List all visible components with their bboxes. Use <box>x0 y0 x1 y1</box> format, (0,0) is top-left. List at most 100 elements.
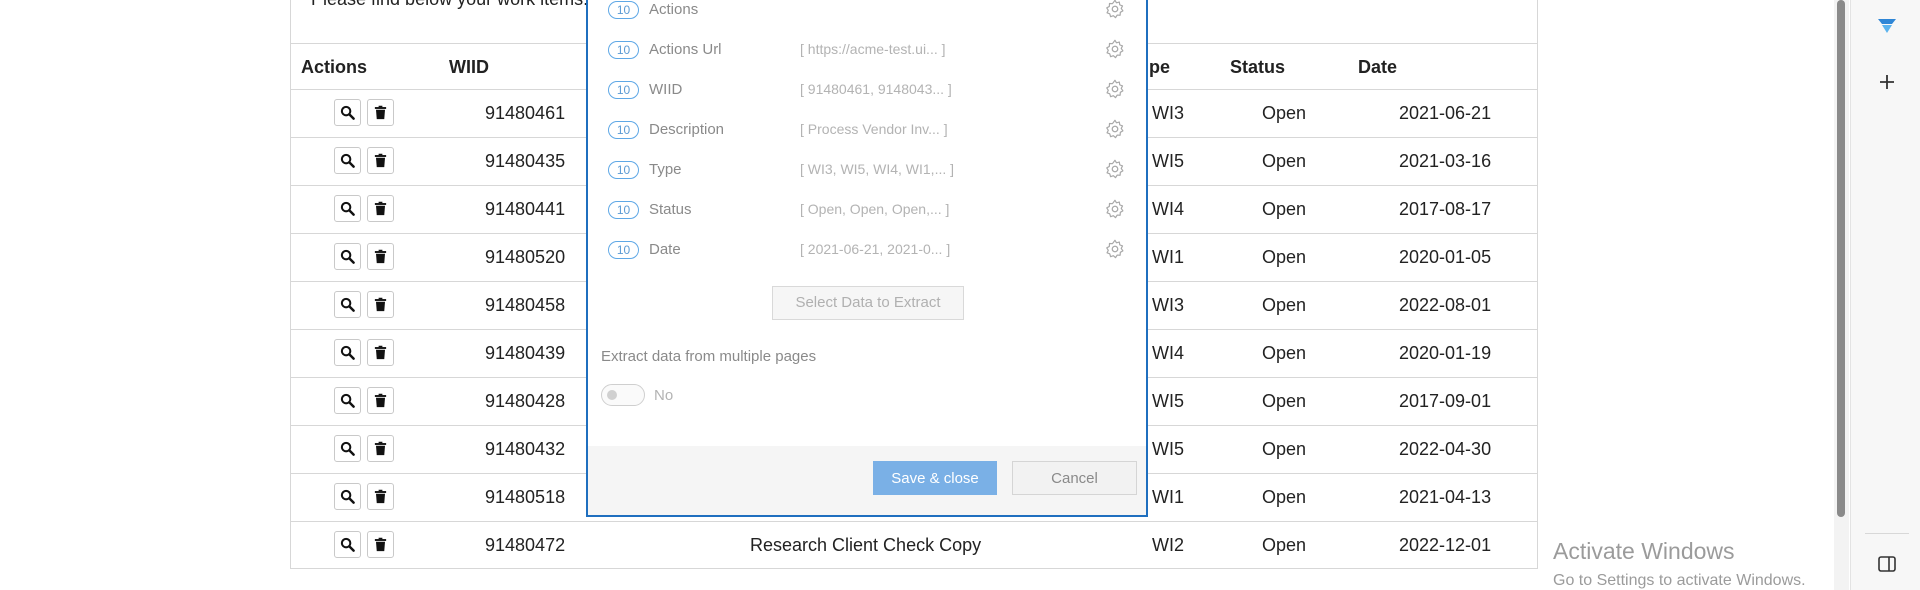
delete-button[interactable] <box>367 195 394 222</box>
cell-status: Open <box>1262 487 1307 507</box>
extract-field-row: 10 Date [ 2021-06-21, 2021-0... ] <box>608 238 1128 268</box>
cell-wiid: 91480432 <box>485 439 566 459</box>
extract-data-dialog: 10 Actions 10 Actions Url [ https://acme-tes… <box>586 0 1148 517</box>
view-button[interactable] <box>334 531 361 558</box>
delete-button[interactable] <box>367 531 394 558</box>
dialog-footer: Save & close Cancel <box>588 446 1146 515</box>
trash-icon <box>373 441 388 456</box>
cell-status: Open <box>1262 391 1307 411</box>
cell-wiid: 91480441 <box>485 199 566 219</box>
header-type: pe <box>1149 57 1171 77</box>
view-button[interactable] <box>334 147 361 174</box>
cell-type: WI2 <box>1152 535 1185 555</box>
delete-button[interactable] <box>367 387 394 414</box>
cell-type: WI3 <box>1152 103 1185 123</box>
cancel-button[interactable]: Cancel <box>1012 461 1137 495</box>
delete-button[interactable] <box>367 291 394 318</box>
cell-date: 2022-08-01 <box>1399 295 1492 315</box>
delete-button[interactable] <box>367 147 394 174</box>
cell-description: Research Client Check Copy <box>750 535 982 555</box>
delete-button[interactable] <box>367 99 394 126</box>
cell-status: Open <box>1262 199 1307 219</box>
field-count-badge: 10 <box>608 1 639 19</box>
cell-status: Open <box>1262 151 1307 171</box>
trash-icon <box>373 201 388 216</box>
toggle-label: No <box>654 387 674 404</box>
cell-type: WI5 <box>1152 439 1185 459</box>
trash-icon <box>373 153 388 168</box>
cell-date: 2021-04-13 <box>1399 487 1492 507</box>
delete-button[interactable] <box>367 435 394 462</box>
view-button[interactable] <box>334 435 361 462</box>
gear-icon[interactable] <box>1104 118 1126 140</box>
cell-date: 2022-12-01 <box>1399 535 1492 555</box>
field-value-preview: [ WI3, WI5, WI4, WI1,... ] <box>800 161 955 177</box>
search-icon <box>340 345 355 360</box>
field-value-preview: [ https://acme-test.ui... ] <box>800 41 946 57</box>
cell-wiid: 91480435 <box>485 151 566 171</box>
app-logo-icon[interactable] <box>1875 14 1899 38</box>
view-button[interactable] <box>334 195 361 222</box>
gear-icon[interactable] <box>1104 38 1126 60</box>
plus-icon[interactable] <box>1875 70 1899 94</box>
field-name: Actions Url <box>649 41 722 58</box>
search-icon <box>340 537 355 552</box>
field-value-preview: [ Process Vendor Inv... ] <box>800 121 948 137</box>
gear-icon[interactable] <box>1104 78 1126 100</box>
view-button[interactable] <box>334 483 361 510</box>
scrollbar-thumb[interactable] <box>1837 0 1845 517</box>
trash-icon <box>373 297 388 312</box>
cell-wiid: 91480458 <box>485 295 566 315</box>
view-button[interactable] <box>334 243 361 270</box>
view-button[interactable] <box>334 291 361 318</box>
cell-type: WI4 <box>1152 199 1185 219</box>
delete-button[interactable] <box>367 243 394 270</box>
extract-field-row: 10 Actions Url [ https://acme-test.ui... ] <box>608 38 1128 68</box>
search-icon <box>340 105 355 120</box>
delete-button[interactable] <box>367 339 394 366</box>
extract-field-row: 10 Description [ Process Vendor Inv... ] <box>608 118 1128 148</box>
extract-field-row: 10 Status [ Open, Open, Open,... ] <box>608 198 1128 228</box>
extract-field-row: 10 Type [ WI3, WI5, WI4, WI1,... ] <box>608 158 1128 188</box>
cell-date: 2017-08-17 <box>1399 199 1492 219</box>
gear-icon[interactable] <box>1104 198 1126 220</box>
toggle-knob <box>607 390 617 400</box>
field-count-badge: 10 <box>608 241 639 259</box>
extract-field-row: 10 Actions <box>608 0 1128 28</box>
cell-status: Open <box>1262 103 1307 123</box>
cell-date: 2020-01-05 <box>1399 247 1492 267</box>
save-close-button[interactable]: Save & close <box>873 461 997 495</box>
field-count-badge: 10 <box>608 201 639 219</box>
cell-date: 2020-01-19 <box>1399 343 1492 363</box>
sidebar-toggle-icon[interactable] <box>1875 552 1899 576</box>
delete-button[interactable] <box>367 483 394 510</box>
search-icon <box>340 153 355 168</box>
select-data-button[interactable]: Select Data to Extract <box>772 286 964 320</box>
trash-icon <box>373 249 388 264</box>
cell-type: WI5 <box>1152 151 1185 171</box>
search-icon <box>340 201 355 216</box>
field-value-preview: [ 2021-06-21, 2021-0... ] <box>800 241 951 257</box>
search-icon <box>340 393 355 408</box>
gear-icon[interactable] <box>1104 158 1126 180</box>
gear-icon[interactable] <box>1104 238 1126 260</box>
multi-page-toggle[interactable] <box>601 384 645 406</box>
view-button[interactable] <box>334 99 361 126</box>
view-button[interactable] <box>334 387 361 414</box>
cell-status: Open <box>1262 295 1307 315</box>
search-icon <box>340 297 355 312</box>
view-button[interactable] <box>334 339 361 366</box>
cell-wiid: 91480518 <box>485 487 566 507</box>
extract-field-row: 10 WIID [ 91480461, 9148043... ] <box>608 78 1128 108</box>
multi-page-label: Extract data from multiple pages <box>601 348 817 365</box>
cell-status: Open <box>1262 343 1307 363</box>
cell-wiid: 91480520 <box>485 247 566 267</box>
table-row: 91480472 Research Client Check Copy WI2 Ope… <box>291 522 1537 570</box>
gear-icon[interactable] <box>1104 0 1126 20</box>
trash-icon <box>373 345 388 360</box>
header-actions: Actions <box>301 57 368 77</box>
header-wiid: WIID <box>449 57 489 77</box>
cell-date: 2021-03-16 <box>1399 151 1492 171</box>
cell-date: 2021-06-21 <box>1399 103 1492 123</box>
cell-date: 2022-04-30 <box>1399 439 1492 459</box>
